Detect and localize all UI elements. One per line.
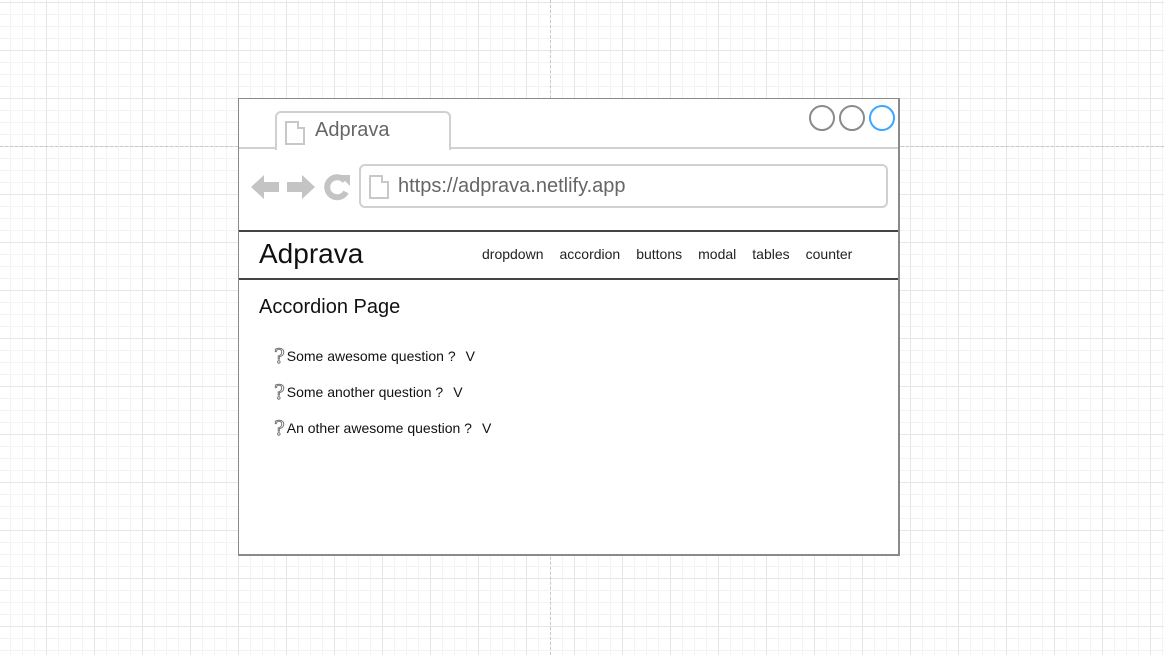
maximize-icon[interactable] [839, 105, 865, 131]
browser-tab[interactable]: Adprava [275, 111, 451, 150]
nav-link-counter[interactable]: counter [806, 246, 853, 262]
question-mark-icon: ? [274, 416, 286, 440]
site-logo[interactable]: Adprava [259, 238, 363, 270]
nav-link-dropdown[interactable]: dropdown [482, 246, 544, 262]
site-navbar: Adprava dropdown accordion buttons modal… [239, 230, 898, 280]
expand-toggle[interactable]: V [466, 348, 475, 364]
accordion-item[interactable]: ? Some awesome question ? V [274, 344, 475, 368]
forward-arrow-icon[interactable] [287, 173, 317, 201]
address-bar[interactable]: https://adprava.netlify.app [359, 164, 888, 208]
question-text: Some another question ? [286, 384, 444, 400]
question-mark-icon: ? [274, 380, 286, 404]
question-text: Some awesome question ? [286, 348, 456, 364]
expand-toggle[interactable]: V [482, 420, 491, 436]
url-text: https://adprava.netlify.app [398, 175, 626, 197]
browser-window: Adprava https://adprava.netlify.app Adpr… [238, 98, 900, 556]
accordion-item[interactable]: ? Some another question ? V [274, 380, 463, 404]
nav-link-accordion[interactable]: accordion [560, 246, 621, 262]
nav-links: dropdown accordion buttons modal tables … [482, 246, 868, 262]
close-icon[interactable] [869, 105, 895, 131]
expand-toggle[interactable]: V [453, 384, 462, 400]
reload-icon[interactable] [323, 173, 351, 201]
nav-link-tables[interactable]: tables [752, 246, 789, 262]
page-icon [285, 121, 305, 145]
nav-link-buttons[interactable]: buttons [636, 246, 682, 262]
page-title: Accordion Page [259, 296, 401, 318]
minimize-icon[interactable] [809, 105, 835, 131]
question-text: An other awesome question ? [286, 420, 472, 436]
back-arrow-icon[interactable] [251, 173, 281, 201]
nav-link-modal[interactable]: modal [698, 246, 736, 262]
page-icon [369, 175, 389, 199]
tab-title: Adprava [315, 119, 390, 141]
question-mark-icon: ? [274, 344, 286, 368]
accordion-item[interactable]: ? An other awesome question ? V [274, 416, 492, 440]
